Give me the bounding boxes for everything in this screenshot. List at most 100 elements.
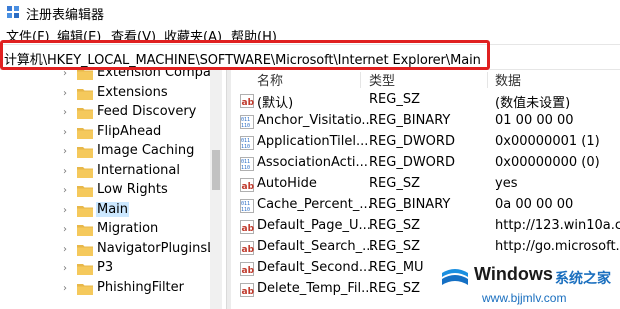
value-row[interactable]: 011 110 ApplicationTilel... REG_DWORD 0x0000… (232, 132, 620, 153)
value-data: http://go.microsoft.com (495, 239, 620, 254)
watermark: Windows 系统之家 www.bjjmlv.com (430, 258, 620, 309)
chevron-right-icon[interactable]: › (63, 283, 71, 294)
pane-splitter[interactable] (226, 70, 231, 309)
value-name: Default_Search_... (257, 239, 375, 254)
value-name: Default_Second... (257, 260, 372, 275)
folder-icon (77, 147, 93, 158)
tree-item[interactable]: › Low Rights (0, 181, 226, 201)
tree-item-label: NavigatorPluginsLi (97, 240, 219, 256)
svg-text:110: 110 (241, 165, 250, 171)
folder-icon (77, 88, 93, 100)
tree-scrollbar-thumb[interactable] (212, 150, 220, 190)
folder-icon (77, 244, 93, 256)
tree-item-label: FlipAhead (97, 123, 162, 139)
binary-value-icon: 011110 (240, 115, 254, 129)
value-data: 0a 00 00 00 (495, 197, 574, 212)
regedit-icon (7, 6, 19, 18)
tree-item[interactable]: › P3 (0, 259, 226, 279)
column-divider[interactable] (360, 72, 361, 88)
svg-text:110: 110 (241, 207, 250, 213)
svg-text:ab: ab (242, 182, 255, 192)
tree-item[interactable]: › Extensions (0, 84, 226, 104)
folder-icon (77, 70, 93, 80)
binary-value-icon: 011110 (240, 157, 254, 171)
value-row[interactable]: ab Default_Search_... REG_SZ http://go.micr… (232, 237, 620, 258)
tree-item-label: Image Caching (97, 143, 195, 158)
chevron-right-icon[interactable]: › (63, 205, 71, 216)
tree-item-label: PhishingFilter (97, 279, 185, 295)
value-data: 0x00000000 (0) (495, 155, 600, 170)
title-bar: 注册表编辑器 (0, 0, 620, 24)
value-data: (数值未设置) (495, 96, 571, 111)
value-type: REG_DWORD (369, 155, 455, 170)
tree-item-label: Extension Compatil (97, 70, 224, 80)
value-row[interactable]: 011 110 Anchor_Visitatio... REG_BINARY 01 00… (232, 111, 620, 132)
folder-icon (77, 108, 93, 119)
column-header-type[interactable]: 类型 (369, 70, 395, 90)
chevron-right-icon[interactable]: › (63, 225, 71, 235)
svg-text:ab: ab (242, 266, 255, 276)
chevron-right-icon[interactable]: › (63, 147, 71, 157)
column-header-name[interactable]: 名称 (257, 70, 283, 90)
tree-item[interactable]: › Extension Compatil (0, 70, 226, 84)
tree-item[interactable]: › Migration (0, 220, 226, 240)
chevron-right-icon[interactable]: › (63, 166, 71, 177)
string-value-icon: ab (240, 178, 254, 192)
column-divider[interactable] (487, 72, 488, 88)
value-row[interactable]: ab (默认) REG_SZ (数值未设置) (232, 90, 620, 111)
svg-text:110: 110 (241, 144, 250, 150)
tree-item-label: Extensions (97, 84, 168, 100)
svg-text:ab: ab (242, 98, 255, 108)
folder-icon (77, 283, 93, 295)
tree-item[interactable]: › FlipAhead (0, 123, 226, 143)
value-name: Cache_Percent_... (257, 197, 372, 212)
value-name: ApplicationTilel... (257, 134, 369, 149)
value-type: REG_BINARY (369, 197, 451, 212)
string-value-icon: ab (240, 94, 254, 108)
column-header-data[interactable]: 数据 (495, 70, 521, 90)
chevron-right-icon[interactable]: › (63, 244, 71, 255)
chevron-right-icon[interactable]: › (63, 127, 71, 138)
value-data: yes (495, 176, 518, 191)
chevron-right-icon[interactable]: › (63, 108, 71, 118)
binary-value-icon: 011110 (240, 199, 254, 213)
tree-item-label: Low Rights (97, 182, 168, 197)
value-type: REG_SZ (369, 176, 420, 191)
value-name: AssociationActi... (257, 155, 368, 170)
chevron-right-icon[interactable]: › (63, 264, 71, 274)
value-row[interactable]: 011 110 Cache_Percent_... REG_BINARY 0a 00 0… (232, 195, 620, 216)
value-name: (默认) (257, 96, 294, 111)
tree-item[interactable]: › Feed Discovery (0, 103, 226, 123)
binary-value-icon: 011110 (240, 136, 254, 150)
chevron-right-icon[interactable]: › (63, 88, 71, 99)
windows-logo-icon (442, 269, 468, 285)
string-value-icon: ab (240, 241, 254, 255)
folder-icon (77, 225, 93, 236)
value-type: REG_SZ (369, 218, 420, 233)
value-name: Anchor_Visitatio... (257, 113, 374, 128)
tree-item-label: Main (96, 201, 130, 217)
tree-item[interactable]: › PhishingFilter (0, 279, 226, 299)
folder-icon (77, 205, 93, 217)
svg-text:110: 110 (241, 123, 250, 129)
value-data: 0x00000001 (1) (495, 134, 600, 149)
tree-item[interactable]: › Main (0, 201, 226, 221)
chevron-right-icon[interactable]: › (63, 70, 71, 79)
value-row[interactable]: 011 110 AssociationActi... REG_DWORD 0x00000… (232, 153, 620, 174)
folder-icon (77, 264, 93, 275)
tree-item-label: P3 (97, 260, 114, 275)
value-data: http://123.win10a.com (495, 218, 620, 233)
value-row[interactable]: ab AutoHide REG_SZ yes (232, 174, 620, 195)
address-highlight-box (0, 40, 490, 70)
value-name: Default_Page_U... (257, 218, 371, 233)
tree-item[interactable]: › Image Caching (0, 142, 226, 162)
chevron-right-icon[interactable]: › (63, 186, 71, 196)
tree-item[interactable]: › International (0, 162, 226, 182)
string-value-icon: ab (240, 220, 254, 234)
tree-item[interactable]: › NavigatorPluginsLi (0, 240, 226, 260)
folder-icon (77, 127, 93, 139)
value-row[interactable]: ab Default_Page_U... REG_SZ http://123.win1… (232, 216, 620, 237)
string-value-icon: ab (240, 262, 254, 276)
watermark-subtitle: 系统之家 (555, 271, 611, 287)
string-value-icon: ab (240, 283, 254, 297)
